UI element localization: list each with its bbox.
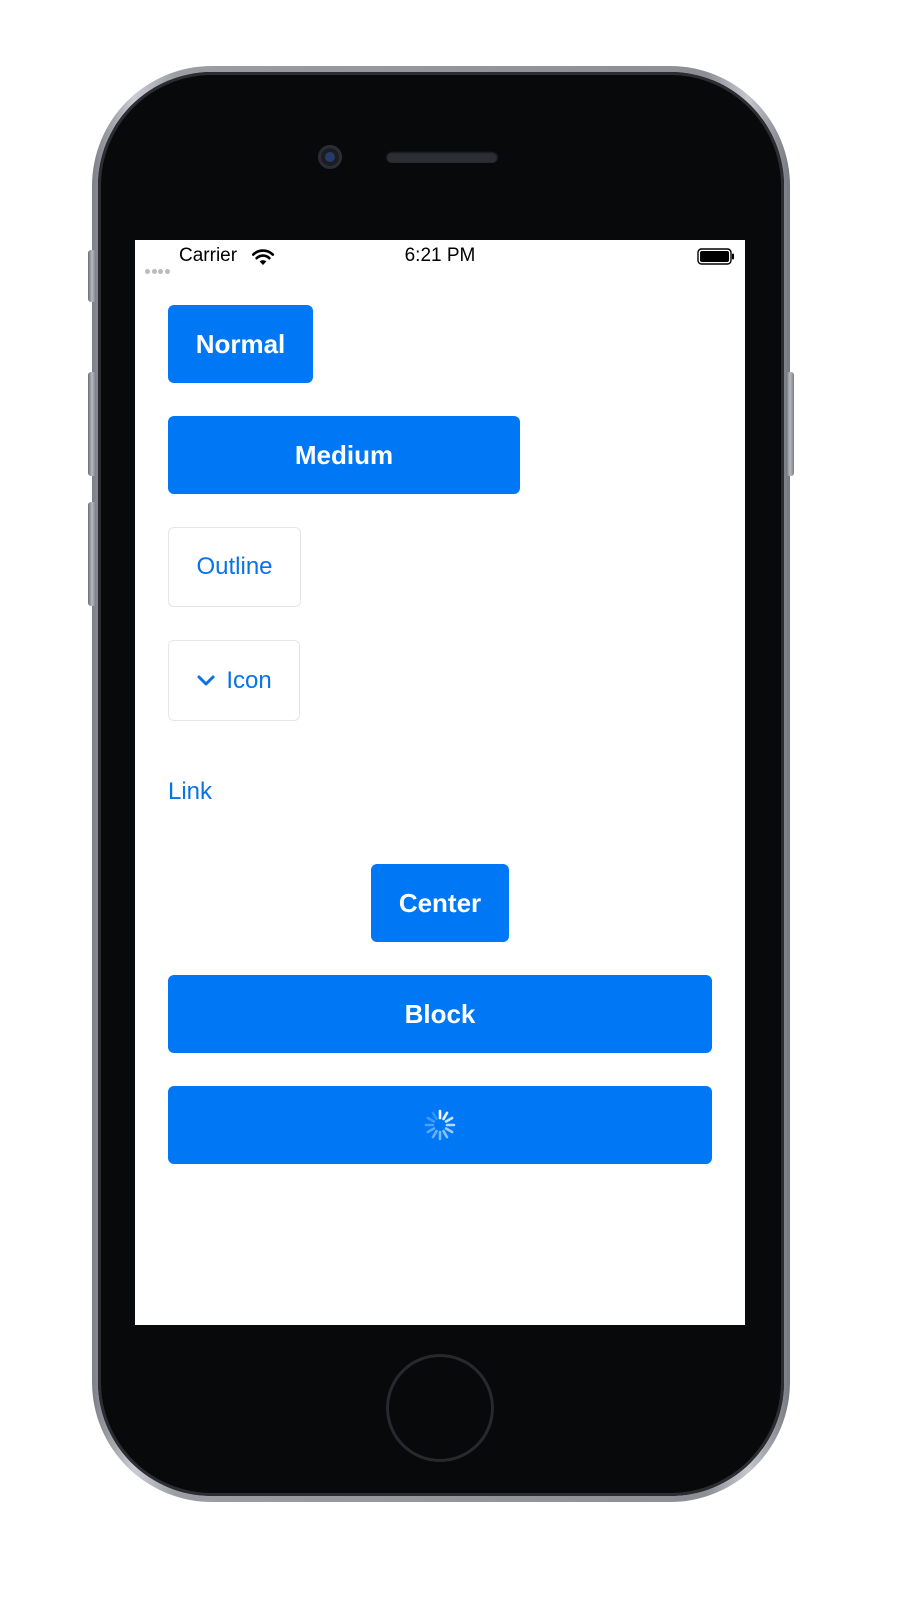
battery-icon <box>697 248 734 265</box>
front-camera <box>318 145 342 169</box>
loading-button[interactable] <box>168 1086 712 1164</box>
volume-up-button <box>88 372 96 476</box>
center-button[interactable]: Center <box>371 864 509 942</box>
volume-down-button <box>88 502 96 606</box>
medium-button[interactable]: Medium <box>168 416 520 494</box>
chevron-down-icon <box>197 675 215 685</box>
power-button <box>786 372 794 476</box>
spinner-icon <box>424 1109 456 1141</box>
home-button[interactable] <box>386 1354 494 1462</box>
status-time: 6:21 PM <box>404 245 476 266</box>
mute-switch <box>88 250 96 302</box>
outline-button[interactable]: Outline <box>168 527 301 607</box>
link-button[interactable]: Link <box>168 778 212 806</box>
block-button[interactable]: Block <box>168 975 712 1053</box>
earpiece-speaker <box>386 151 498 163</box>
normal-button[interactable]: Normal <box>168 305 313 383</box>
icon-button[interactable]: Icon <box>168 640 300 721</box>
app-screen: Carrier 6:21 PM Normal Medium Outline Ic… <box>135 240 745 1325</box>
status-bar: Carrier 6:21 PM <box>135 240 745 274</box>
icon-button-label: Icon <box>226 666 272 694</box>
